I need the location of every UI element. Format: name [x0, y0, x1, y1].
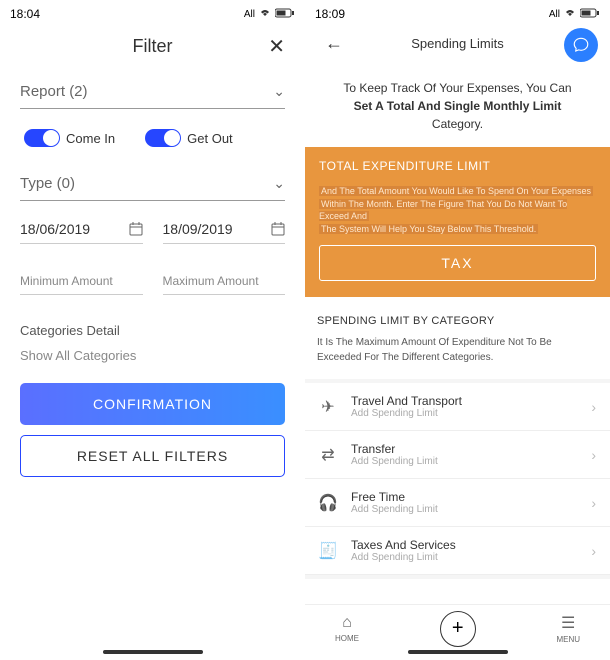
total-limit-desc: And The Total Amount You Would Like To S… — [319, 173, 596, 245]
status-icons: All — [244, 8, 295, 21]
status-bar: 18:04 All — [0, 0, 305, 24]
come-in-label: Come In — [66, 131, 115, 146]
get-out-label: Get Out — [187, 131, 233, 146]
transfer-icon: ⇄ — [319, 446, 337, 464]
cat-sub: Add Spending Limit — [351, 456, 577, 467]
chevron-right-icon: › — [591, 399, 596, 415]
calendar-icon — [271, 222, 285, 236]
tax-button[interactable]: TAX — [319, 245, 596, 281]
date-from-field[interactable]: 18/06/2019 — [20, 221, 143, 244]
home-indicator[interactable] — [103, 650, 203, 654]
total-limit-box: TOTAL EXPENDITURE LIMIT And The Total Am… — [305, 147, 610, 297]
cat-name: Transfer — [351, 442, 577, 456]
by-category-desc: It Is The Maximum Amount Of Expenditure … — [305, 335, 610, 379]
chevron-right-icon: › — [591, 447, 596, 463]
airplane-icon: ✈ — [319, 398, 337, 416]
by-category-title: SPENDING LIMIT BY CATEGORY — [305, 297, 610, 335]
chevron-down-icon: ⌄ — [273, 175, 285, 192]
date-row: 18/06/2019 18/09/2019 — [20, 201, 285, 244]
chevron-right-icon: › — [591, 495, 596, 511]
cat-name: Taxes And Services — [351, 538, 577, 552]
come-in-toggle-item: Come In — [24, 129, 115, 147]
reset-filters-button[interactable]: RESET ALL FILTERS — [20, 435, 285, 477]
wifi-icon — [259, 8, 271, 21]
status-bar: 18:09 All — [305, 0, 610, 24]
show-all-categories-link[interactable]: Show All Categories — [20, 348, 285, 383]
date-to-value: 18/09/2019 — [163, 221, 233, 237]
add-button[interactable]: + — [440, 611, 476, 647]
intro-line2: Set A Total And Single Monthly Limit — [325, 97, 590, 115]
spending-limits-screen: 18:09 All ← Spending Limits To Keep Trac… — [305, 0, 610, 660]
desc-line2: Within The Month. Enter The Figure That … — [319, 199, 567, 222]
date-to-field[interactable]: 18/09/2019 — [163, 221, 286, 244]
nav-home[interactable]: ⌂ HOME — [335, 614, 359, 643]
calendar-icon — [129, 222, 143, 236]
headphones-icon: 🎧 — [319, 494, 337, 512]
category-list: ✈ Travel And Transport Add Spending Limi… — [305, 379, 610, 579]
back-arrow-icon[interactable]: ← — [325, 33, 343, 54]
battery-icon — [580, 8, 600, 21]
status-icons: All — [549, 8, 600, 21]
document-icon: 🧾 — [319, 542, 337, 560]
cat-sub: Add Spending Limit — [351, 408, 577, 419]
status-time: 18:09 — [315, 7, 345, 21]
nav-menu-label: MENU — [556, 635, 580, 644]
chevron-right-icon: › — [591, 543, 596, 559]
chat-bubble-button[interactable] — [564, 28, 598, 62]
page-title: Filter — [133, 36, 173, 57]
type-dropdown[interactable]: Type (0) ⌄ — [20, 161, 285, 201]
category-item-taxes[interactable]: 🧾 Taxes And Services Add Spending Limit … — [305, 527, 610, 575]
category-item-travel[interactable]: ✈ Travel And Transport Add Spending Limi… — [305, 383, 610, 431]
type-label: Type (0) — [20, 175, 75, 192]
intro-line3: Category. — [325, 115, 590, 133]
come-in-toggle[interactable] — [24, 129, 60, 147]
report-dropdown[interactable]: Report (2) ⌄ — [20, 69, 285, 109]
get-out-toggle-item: Get Out — [145, 129, 233, 147]
cat-sub: Add Spending Limit — [351, 504, 577, 515]
report-label: Report (2) — [20, 83, 88, 100]
min-amount-field[interactable]: Minimum Amount — [20, 274, 143, 295]
home-indicator[interactable] — [408, 650, 508, 654]
get-out-toggle[interactable] — [145, 129, 181, 147]
cat-name: Free Time — [351, 490, 577, 504]
desc-line1: And The Total Amount You Would Like To S… — [319, 186, 593, 196]
intro-line1: To Keep Track Of Your Expenses, You Can — [325, 79, 590, 97]
categories-detail-label: Categories Detail — [20, 295, 285, 348]
home-icon: ⌂ — [342, 614, 352, 632]
page-title: Spending Limits — [411, 36, 504, 51]
filter-screen: 18:04 All Filter ✕ Report (2) ⌄ — [0, 0, 305, 660]
battery-icon — [275, 8, 295, 21]
intro-text: To Keep Track Of Your Expenses, You Can … — [305, 63, 610, 143]
date-from-value: 18/06/2019 — [20, 221, 90, 237]
cat-sub: Add Spending Limit — [351, 552, 577, 563]
toggle-row: Come In Get Out — [20, 109, 285, 161]
carrier-label: All — [244, 9, 255, 20]
total-limit-title: TOTAL EXPENDITURE LIMIT — [319, 159, 596, 173]
cat-name: Travel And Transport — [351, 394, 577, 408]
amount-row: Minimum Amount Maximum Amount — [20, 244, 285, 295]
nav-home-label: HOME — [335, 634, 359, 643]
menu-icon: ☰ — [561, 613, 575, 633]
carrier-label: All — [549, 9, 560, 20]
chevron-down-icon: ⌄ — [273, 83, 285, 100]
status-time: 18:04 — [10, 7, 40, 21]
nav-menu[interactable]: ☰ MENU — [556, 613, 580, 644]
category-item-freetime[interactable]: 🎧 Free Time Add Spending Limit › — [305, 479, 610, 527]
close-icon[interactable]: ✕ — [268, 34, 285, 59]
confirmation-button[interactable]: CONFIRMATION — [20, 383, 285, 425]
category-item-transfer[interactable]: ⇄ Transfer Add Spending Limit › — [305, 431, 610, 479]
max-amount-field[interactable]: Maximum Amount — [163, 274, 286, 295]
desc-line3: The System Will Help You Stay Below This… — [319, 224, 538, 234]
filter-header: Filter ✕ — [0, 24, 305, 69]
wifi-icon — [564, 8, 576, 21]
